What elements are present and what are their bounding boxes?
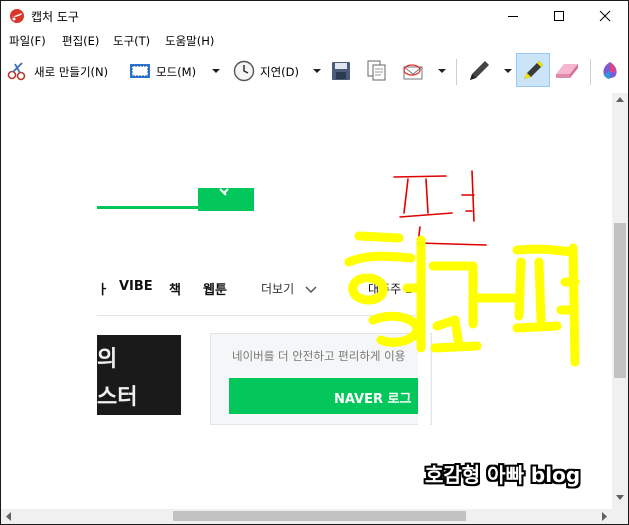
toolbar: 새로 만들기(N) 모드(M) 지연(D) <box>1 51 628 91</box>
window-title: 캡처 도구 <box>31 10 79 24</box>
toolbar-separator <box>456 59 457 85</box>
login-button-label: NAVER 로그 <box>334 392 412 407</box>
scroll-right-arrow-icon[interactable] <box>602 512 608 521</box>
paint3d-icon[interactable] <box>601 61 619 85</box>
send-email-icon[interactable] <box>402 61 426 85</box>
blog-watermark: 호감형 아빠 blog <box>425 463 581 487</box>
nav-item-vibe: VIBE <box>119 279 153 294</box>
new-snip-button[interactable]: 새로 만들기(N) <box>34 64 108 80</box>
maximize-icon <box>554 11 564 21</box>
minimize-icon <box>508 16 518 17</box>
scissors-icon <box>7 61 29 85</box>
nav-item-webtoon: 웹툰 <box>203 283 227 298</box>
mode-icon <box>129 63 151 83</box>
snipping-tool-app-icon <box>9 8 25 24</box>
poster-line-1: 의 <box>97 347 118 372</box>
mode-button[interactable]: 모드(M) <box>156 64 196 80</box>
scrollbar-corner <box>612 509 628 524</box>
copy-icon[interactable] <box>367 60 387 86</box>
delay-button[interactable]: 지연(D) <box>260 64 299 80</box>
eraser-icon[interactable] <box>554 62 580 84</box>
chevron-down-icon <box>305 280 317 299</box>
minimize-button[interactable] <box>490 1 536 31</box>
nav-item-book: 책 <box>169 283 181 298</box>
toolbar-separator-2 <box>590 59 591 85</box>
search-icon <box>219 188 229 196</box>
horizontal-scrollbar[interactable] <box>1 509 612 524</box>
menu-file[interactable]: 파일(F) <box>9 33 46 49</box>
search-button <box>198 188 254 211</box>
scroll-left-arrow-icon[interactable] <box>5 512 11 521</box>
snipping-tool-window: 캡처 도구 파일(F) 편집(E) 도구(T) 도움말(H) 새로 만들기(N) <box>0 0 629 525</box>
save-icon[interactable] <box>331 61 351 85</box>
highlighter-button[interactable] <box>516 53 550 87</box>
send-dropdown-arrow[interactable] <box>438 69 446 73</box>
menu-help[interactable]: 도움말(H) <box>165 33 214 49</box>
highlighter-annotation <box>344 231 580 367</box>
title-bar[interactable]: 캡처 도구 <box>1 1 628 31</box>
delay-dropdown-arrow[interactable] <box>313 69 321 73</box>
menu-tools[interactable]: 도구(T) <box>113 33 150 49</box>
pen-icon[interactable] <box>467 59 491 87</box>
capture-canvas[interactable]: ㅏ VIBE 책 웹툰 더보기 2 대주주 1 의 스터 네이버를 더 안전하고… <box>2 93 612 511</box>
nav-item-partial: ㅏ <box>97 283 109 298</box>
pen-dropdown-arrow[interactable] <box>504 69 512 73</box>
scroll-up-arrow-icon[interactable] <box>616 96 624 102</box>
mode-dropdown-arrow[interactable] <box>212 69 220 73</box>
search-bar-underline <box>97 206 199 209</box>
close-button[interactable] <box>582 1 628 31</box>
vertical-scrollbar[interactable] <box>612 93 628 511</box>
highlighter-icon <box>524 61 543 79</box>
poster-line-2: 스터 <box>97 385 138 410</box>
horizontal-scroll-thumb[interactable] <box>173 511 466 521</box>
menu-bar: 파일(F) 편집(E) 도구(T) 도움말(H) <box>1 31 628 51</box>
banner-poster: 의 스터 <box>97 335 181 415</box>
vertical-scroll-thumb[interactable] <box>614 223 626 378</box>
close-icon <box>599 10 611 22</box>
nav-more: 더보기 <box>261 282 295 296</box>
clock-icon <box>233 60 255 86</box>
maximize-button[interactable] <box>536 1 582 31</box>
menu-edit[interactable]: 편집(E) <box>62 33 99 49</box>
scroll-down-arrow-icon[interactable] <box>616 495 624 501</box>
